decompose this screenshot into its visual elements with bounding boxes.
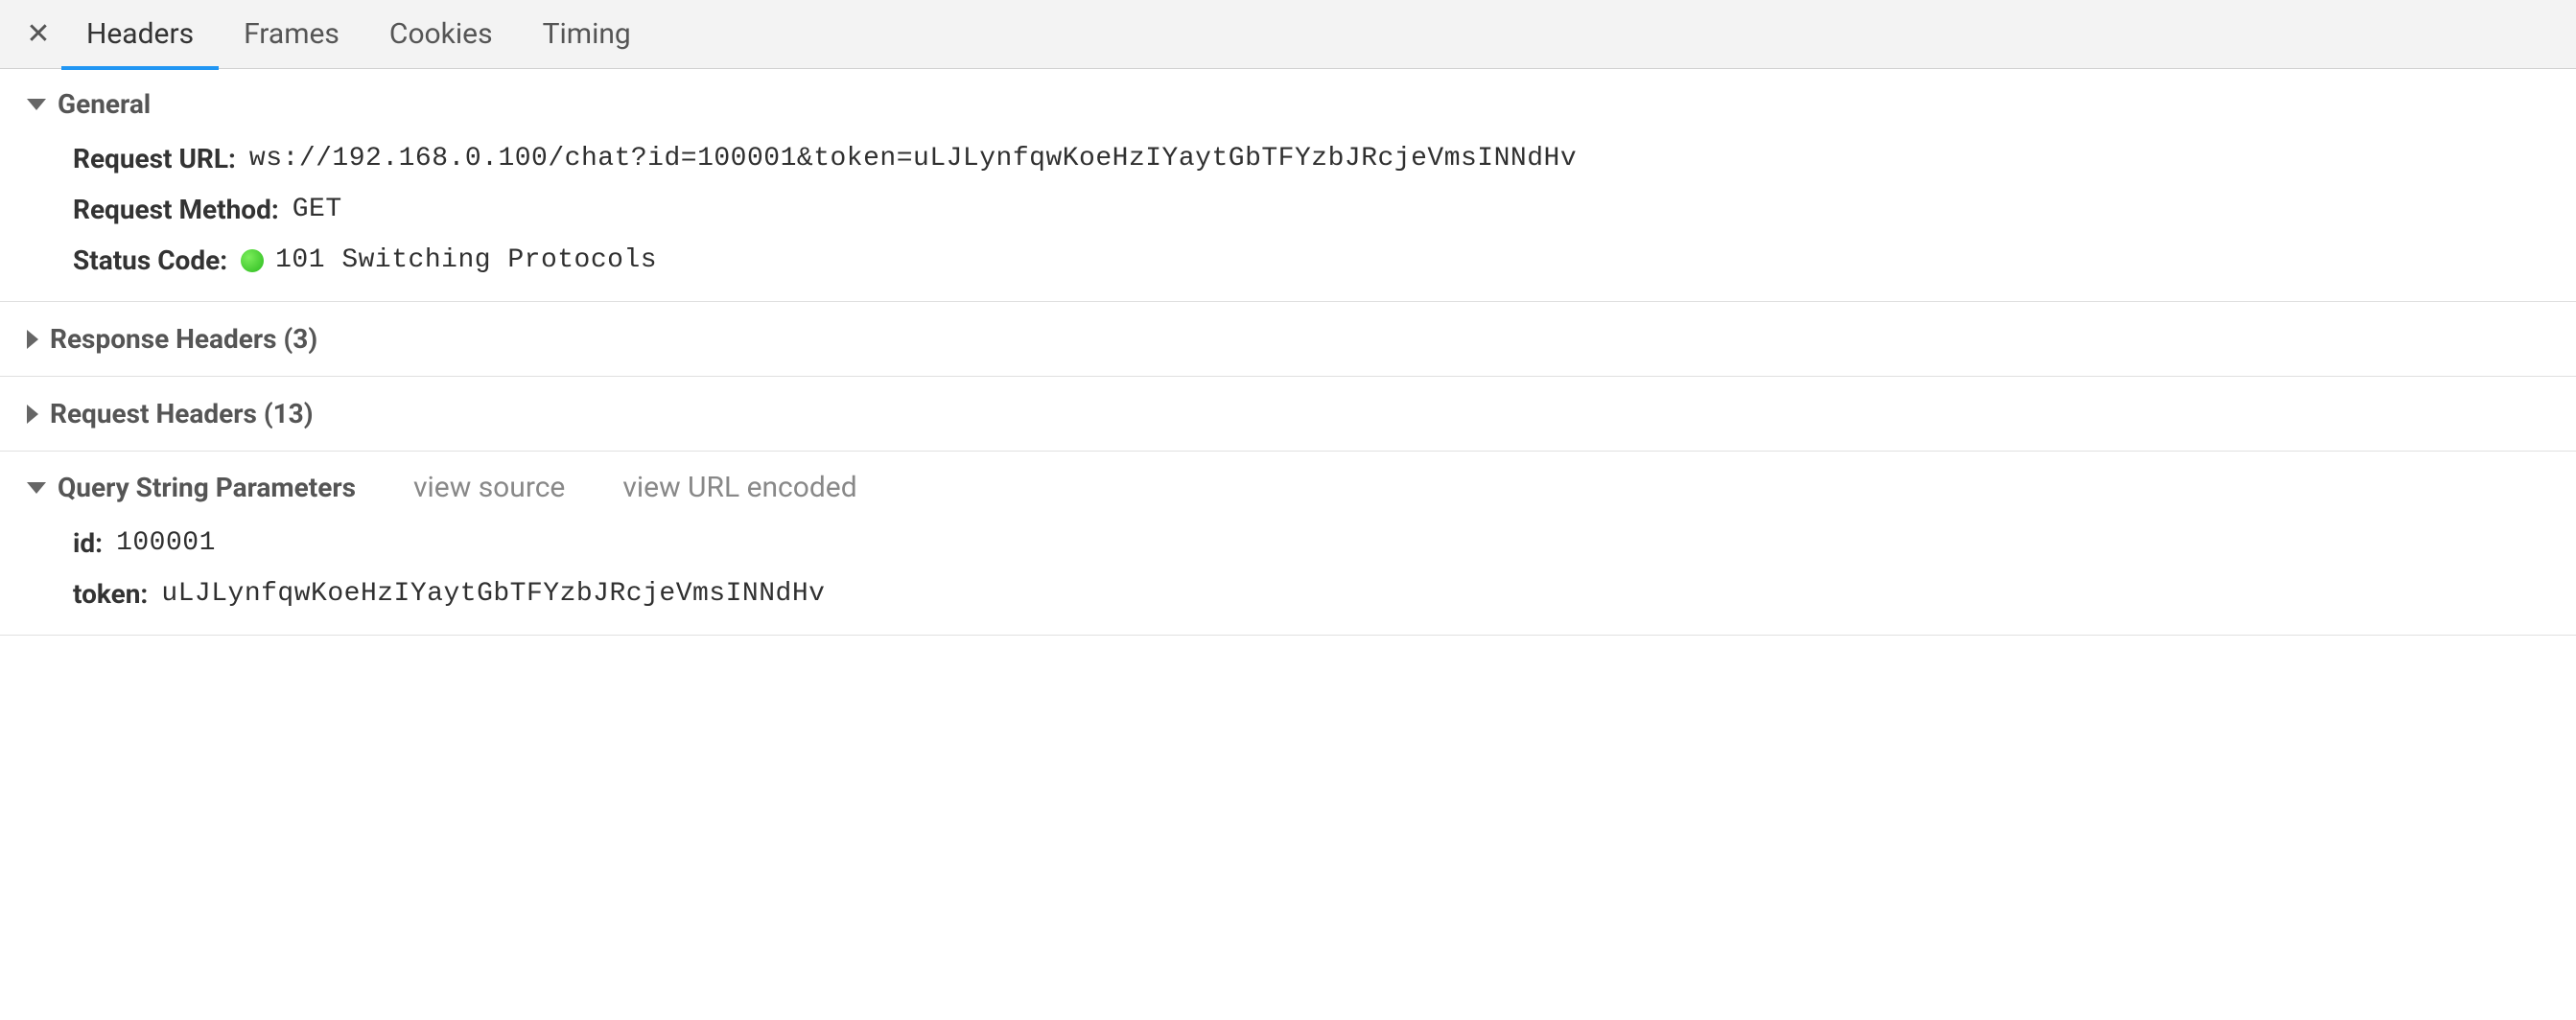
section-response-headers-title: Response Headers (3) — [50, 323, 317, 355]
section-query-string-title: Query String Parameters — [58, 472, 356, 503]
close-icon[interactable]: ✕ — [15, 0, 61, 69]
value-request-url: ws://192.168.0.100/chat?id=100001&token=… — [249, 144, 1577, 174]
tab-headers[interactable]: Headers — [61, 0, 219, 69]
value-request-method: GET — [293, 195, 342, 224]
section-query-string: Query String Parameters view source view… — [0, 452, 2576, 636]
row-param-token: token: uLJLynfqwKoeHzIYaytGbTFYzbJRcjeVm… — [73, 568, 2576, 619]
value-param-id: 100001 — [116, 528, 216, 558]
section-request-headers: Request Headers (13) — [0, 377, 2576, 452]
chevron-right-icon — [27, 405, 38, 424]
section-response-headers-header[interactable]: Response Headers (3) — [0, 323, 2576, 355]
chevron-down-icon — [27, 482, 46, 494]
label-request-method: Request Method: — [73, 194, 279, 225]
row-status-code: Status Code: 101 Switching Protocols — [73, 235, 2576, 286]
row-param-id: id: 100001 — [73, 518, 2576, 568]
tab-frames[interactable]: Frames — [219, 0, 364, 69]
section-query-string-header[interactable]: Query String Parameters view source view… — [0, 467, 2576, 508]
section-query-string-rows: id: 100001 token: uLJLynfqwKoeHzIYaytGbT… — [0, 508, 2576, 619]
section-general-rows: Request URL: ws://192.168.0.100/chat?id=… — [0, 124, 2576, 286]
status-dot-icon — [241, 249, 264, 272]
tab-bar: ✕ Headers Frames Cookies Timing — [0, 0, 2576, 69]
view-source-link[interactable]: view source — [413, 471, 565, 504]
view-url-encoded-link[interactable]: view URL encoded — [622, 471, 856, 504]
chevron-down-icon — [27, 99, 46, 110]
chevron-right-icon — [27, 330, 38, 349]
tab-timing[interactable]: Timing — [518, 0, 656, 69]
section-response-headers: Response Headers (3) — [0, 302, 2576, 377]
tab-cookies[interactable]: Cookies — [364, 0, 518, 69]
network-headers-panel: ✕ Headers Frames Cookies Timing General … — [0, 0, 2576, 636]
row-request-url: Request URL: ws://192.168.0.100/chat?id=… — [73, 133, 2576, 184]
section-general-header[interactable]: General — [0, 84, 2576, 124]
label-status-code: Status Code: — [73, 244, 227, 276]
row-request-method: Request Method: GET — [73, 184, 2576, 235]
value-param-token: uLJLynfqwKoeHzIYaytGbTFYzbJRcjeVmsINNdHv — [161, 579, 825, 609]
value-status-code: 101 Switching Protocols — [275, 245, 657, 275]
section-request-headers-header[interactable]: Request Headers (13) — [0, 398, 2576, 429]
section-request-headers-title: Request Headers (13) — [50, 398, 314, 429]
section-general: General Request URL: ws://192.168.0.100/… — [0, 69, 2576, 302]
section-general-title: General — [58, 88, 151, 120]
label-request-url: Request URL: — [73, 143, 236, 174]
label-param-token: token: — [73, 578, 148, 610]
label-param-id: id: — [73, 527, 103, 559]
